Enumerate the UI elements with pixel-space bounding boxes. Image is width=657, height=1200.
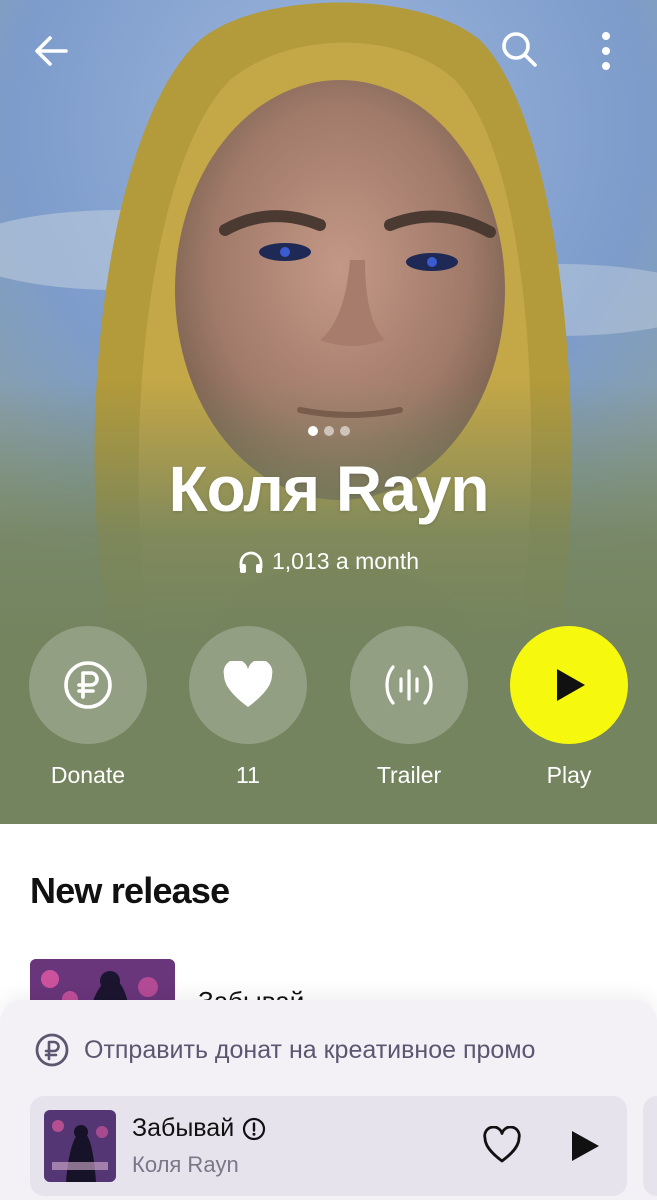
next-track-card-edge[interactable] <box>643 1096 657 1196</box>
now-playing-title-row: Забывай <box>132 1114 266 1143</box>
play-circle[interactable] <box>510 626 628 744</box>
now-playing-cover <box>44 1110 116 1182</box>
top-bar <box>0 0 657 100</box>
like-button[interactable]: 11 <box>189 626 307 789</box>
now-playing-artist: Коля Rayn <box>132 1152 239 1177</box>
play-label: Play <box>546 762 592 788</box>
artist-actions: Donate 11 Trailer Play <box>0 626 657 796</box>
section-title-new-release[interactable]: New release <box>30 870 230 912</box>
now-playing-title: Забывай <box>132 1114 235 1142</box>
heart-outline-icon[interactable] <box>482 1126 522 1166</box>
donate-circle[interactable] <box>29 626 147 744</box>
waveform-icon <box>385 665 433 705</box>
trailer-circle[interactable] <box>350 626 468 744</box>
likes-count: 11 <box>236 762 260 788</box>
pager-dot-active[interactable] <box>307 426 318 436</box>
listeners-count: 1,013 a month <box>271 548 420 574</box>
like-circle[interactable] <box>189 626 307 744</box>
arrow-left-icon[interactable] <box>30 30 72 72</box>
explicit-icon <box>243 1117 266 1140</box>
pager-dot[interactable] <box>323 426 334 436</box>
donate-promo-banner[interactable]: Отправить донат на креативное промо <box>34 1030 634 1070</box>
monthly-listeners: 1,013 a month <box>0 548 657 575</box>
play-button[interactable]: Play <box>510 626 628 789</box>
artist-name: Коля Rayn <box>168 453 490 525</box>
trailer-button[interactable]: Trailer <box>350 626 468 789</box>
ruble-coin-icon <box>35 1033 69 1067</box>
promo-text: Отправить донат на креативное промо <box>84 1035 536 1064</box>
ruble-coin-icon <box>64 661 112 709</box>
photo-pager <box>0 426 657 436</box>
pager-dot[interactable] <box>339 426 350 436</box>
mini-player[interactable]: Забывай Коля Rayn <box>30 1096 627 1196</box>
play-icon[interactable] <box>566 1128 602 1164</box>
donate-button[interactable]: Donate <box>29 626 147 789</box>
bottom-sheet: Отправить донат на креативное промо Забы… <box>0 1000 657 1200</box>
donate-label: Donate <box>50 762 126 788</box>
play-icon <box>557 669 585 701</box>
artist-hero: Коля Rayn 1,013 a month Donate 11 Traile… <box>0 0 657 824</box>
headphones-icon <box>239 551 263 573</box>
heart-icon <box>223 661 273 707</box>
search-icon[interactable] <box>498 28 540 70</box>
vertical-dots-icon[interactable] <box>588 28 624 74</box>
trailer-label: Trailer <box>376 762 442 788</box>
